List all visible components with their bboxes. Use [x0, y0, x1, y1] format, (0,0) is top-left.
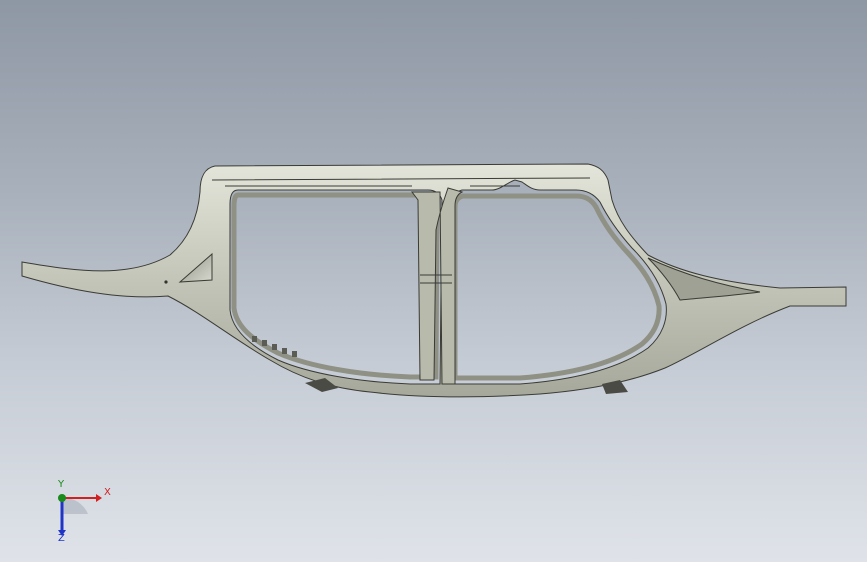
y-axis-label: Y	[58, 479, 65, 490]
mount-hole	[164, 280, 168, 284]
coordinate-triad: X Y Z	[40, 478, 120, 550]
door-frame-model[interactable]	[0, 0, 867, 562]
x-axis-arrow	[96, 494, 102, 502]
z-axis-label: Z	[58, 533, 65, 544]
y-axis-dot	[58, 494, 66, 502]
graphics-viewport[interactable]: X Y Z	[0, 0, 867, 562]
front-window-flange	[231, 192, 440, 380]
triad-plane-shade	[62, 497, 88, 514]
x-axis-label: X	[104, 487, 111, 498]
rear-window-flange	[452, 193, 662, 381]
